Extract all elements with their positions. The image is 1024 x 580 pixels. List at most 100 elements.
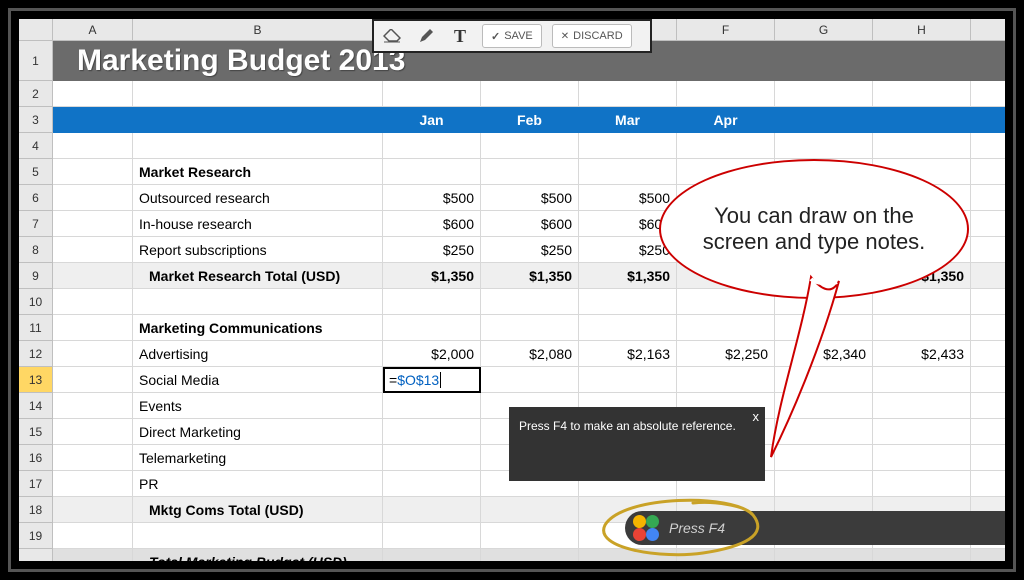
cell[interactable] — [677, 133, 775, 159]
data-cell[interactable]: $2,163 — [579, 341, 677, 367]
cell[interactable] — [133, 81, 383, 107]
cell[interactable] — [971, 471, 1005, 497]
row-header-8[interactable]: 8 — [19, 237, 53, 263]
total-cell[interactable]: $1,350 — [481, 263, 579, 289]
cell[interactable] — [971, 367, 1005, 393]
row-header-16[interactable]: 16 — [19, 445, 53, 471]
cell[interactable] — [133, 289, 383, 315]
eraser-icon[interactable] — [380, 24, 404, 48]
col-header-A[interactable]: A — [53, 19, 133, 41]
cell[interactable] — [971, 263, 1005, 289]
cell[interactable] — [873, 367, 971, 393]
data-cell[interactable]: $600 — [481, 211, 579, 237]
cell[interactable] — [481, 81, 579, 107]
cell[interactable] — [971, 315, 1005, 341]
cell[interactable] — [971, 237, 1005, 263]
save-button[interactable]: SAVE — [482, 24, 542, 48]
discard-button[interactable]: DISCARD — [552, 24, 632, 48]
cell[interactable] — [873, 393, 971, 419]
cell[interactable] — [971, 133, 1005, 159]
data-cell[interactable]: $250 — [481, 237, 579, 263]
cell[interactable] — [53, 523, 133, 549]
row-header-12[interactable]: 12 — [19, 341, 53, 367]
cell[interactable] — [383, 159, 481, 185]
cell[interactable] — [971, 419, 1005, 445]
cell[interactable] — [383, 471, 481, 497]
cell[interactable] — [383, 497, 481, 523]
col-header-G[interactable]: G — [775, 19, 873, 41]
cell[interactable] — [971, 549, 1005, 561]
cell[interactable] — [133, 133, 383, 159]
cell[interactable] — [579, 367, 677, 393]
cell[interactable] — [481, 315, 579, 341]
cell[interactable] — [383, 133, 481, 159]
row-header-15[interactable]: 15 — [19, 419, 53, 445]
cell[interactable] — [53, 185, 133, 211]
cell[interactable] — [383, 81, 481, 107]
cell[interactable] — [53, 367, 133, 393]
cell[interactable] — [481, 367, 579, 393]
cell[interactable] — [971, 81, 1005, 107]
cell[interactable] — [971, 185, 1005, 211]
row-header-2[interactable]: 2 — [19, 81, 53, 107]
cell[interactable] — [971, 393, 1005, 419]
select-all-corner[interactable] — [19, 19, 53, 41]
data-cell[interactable]: $2,080 — [481, 341, 579, 367]
cell[interactable] — [53, 81, 133, 107]
cell[interactable] — [677, 549, 775, 561]
col-header-extra[interactable] — [971, 19, 1005, 41]
cell[interactable] — [53, 211, 133, 237]
row-header-6[interactable]: 6 — [19, 185, 53, 211]
cell[interactable] — [53, 133, 133, 159]
data-cell[interactable]: $600 — [383, 211, 481, 237]
cell[interactable] — [971, 445, 1005, 471]
cell[interactable] — [481, 497, 579, 523]
cell[interactable] — [873, 549, 971, 561]
cell[interactable] — [677, 81, 775, 107]
cell[interactable] — [53, 159, 133, 185]
row-header-7[interactable]: 7 — [19, 211, 53, 237]
cell[interactable] — [971, 289, 1005, 315]
row-header-5[interactable]: 5 — [19, 159, 53, 185]
cell[interactable] — [873, 133, 971, 159]
cell[interactable] — [971, 341, 1005, 367]
cell[interactable] — [873, 445, 971, 471]
cell[interactable] — [481, 159, 579, 185]
row-header-[interactable] — [19, 549, 53, 561]
cell[interactable] — [53, 419, 133, 445]
cell[interactable] — [677, 367, 775, 393]
cell[interactable] — [481, 523, 579, 549]
col-header-F[interactable]: F — [677, 19, 775, 41]
cell[interactable] — [133, 523, 383, 549]
data-cell[interactable]: $250 — [383, 237, 481, 263]
row-header-19[interactable]: 19 — [19, 523, 53, 549]
cell[interactable] — [53, 471, 133, 497]
close-icon[interactable]: x — [753, 409, 760, 424]
cell[interactable] — [383, 523, 481, 549]
row-header-1[interactable]: 1 — [19, 41, 53, 81]
cell[interactable] — [383, 445, 481, 471]
instruction-note[interactable]: x Press F4 to make an absolute reference… — [509, 407, 765, 481]
row-header-18[interactable]: 18 — [19, 497, 53, 523]
data-cell[interactable]: $2,433 — [873, 341, 971, 367]
cell[interactable] — [383, 289, 481, 315]
cell[interactable] — [775, 549, 873, 561]
col-header-H[interactable]: H — [873, 19, 971, 41]
cell[interactable] — [53, 341, 133, 367]
data-cell[interactable]: $2,000 — [383, 341, 481, 367]
cell[interactable] — [53, 393, 133, 419]
row-header-10[interactable]: 10 — [19, 289, 53, 315]
row-header-14[interactable]: 14 — [19, 393, 53, 419]
cell[interactable] — [873, 419, 971, 445]
row-header-13[interactable]: 13 — [19, 367, 53, 393]
cell[interactable] — [383, 393, 481, 419]
cell[interactable] — [53, 445, 133, 471]
total-cell[interactable]: $1,350 — [383, 263, 481, 289]
cell[interactable] — [481, 289, 579, 315]
cell[interactable] — [53, 237, 133, 263]
text-tool-icon[interactable]: T — [448, 24, 472, 48]
cell[interactable] — [579, 133, 677, 159]
press-f4-bar[interactable]: Press F4 — [625, 511, 1005, 545]
cell[interactable] — [383, 315, 481, 341]
cell[interactable] — [971, 159, 1005, 185]
